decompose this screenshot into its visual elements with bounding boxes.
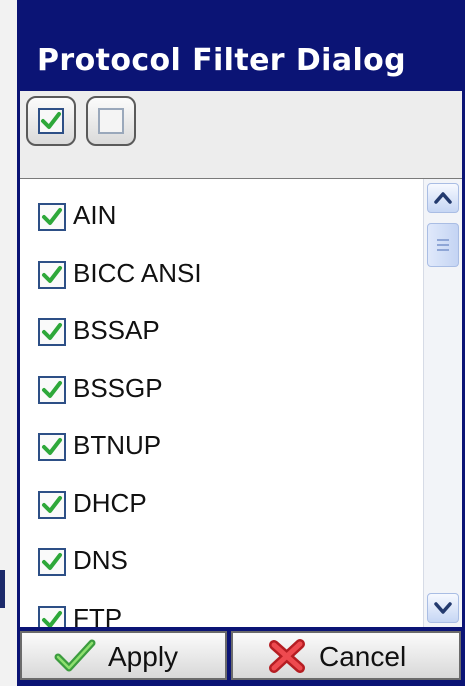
background-mark — [0, 570, 5, 608]
checkmark-icon — [54, 639, 96, 680]
checked-checkbox-icon[interactable] — [38, 261, 66, 289]
select-none-button[interactable] — [86, 96, 136, 146]
checked-box-icon — [38, 108, 64, 134]
apply-label: Apply — [108, 641, 179, 672]
apply-button[interactable]: Apply — [20, 631, 227, 680]
protocol-label: BICC ANSI — [73, 258, 202, 288]
scroll-up-button[interactable] — [427, 183, 459, 213]
protocol-list-area: AIN BICC ANSI BSSAP BSSGP BTNUP DHCP DNS FTP — [20, 179, 462, 627]
protocol-label: DNS — [73, 545, 128, 575]
grip-line — [437, 249, 449, 251]
checked-checkbox-icon[interactable] — [38, 203, 66, 231]
background-strip — [0, 0, 17, 686]
protocol-label: BTNUP — [73, 430, 162, 460]
protocol-label: FTP — [73, 603, 123, 627]
checked-checkbox-icon[interactable] — [38, 548, 66, 576]
protocol-label: BSSAP — [73, 315, 160, 345]
dialog-title: Protocol Filter Dialog — [37, 43, 407, 78]
checked-checkbox-icon[interactable] — [38, 606, 66, 627]
checked-checkbox-icon[interactable] — [38, 433, 66, 461]
cancel-label: Cancel — [319, 641, 407, 672]
protocol-label: DHCP — [73, 488, 147, 518]
cancel-button[interactable]: Cancel — [231, 631, 461, 680]
chevron-down-icon — [434, 602, 452, 614]
title-bar[interactable]: Protocol Filter Dialog — [17, 33, 465, 91]
empty-box-icon — [98, 108, 124, 134]
checked-checkbox-icon[interactable] — [38, 376, 66, 404]
protocol-label: AIN — [73, 200, 117, 230]
protocol-label: BSSGP — [73, 373, 163, 403]
grip-line — [437, 239, 449, 241]
chevron-up-icon — [434, 192, 452, 204]
checked-checkbox-icon[interactable] — [38, 491, 66, 519]
checked-checkbox-icon[interactable] — [38, 318, 66, 346]
scroll-thumb[interactable] — [427, 223, 459, 267]
button-bar: Apply Cancel — [17, 627, 465, 686]
vertical-scrollbar[interactable] — [423, 179, 462, 627]
protocol-filter-dialog: Protocol Filter Dialog AIN BICC ANSI BSSAP… — [17, 0, 465, 686]
red-x-icon — [267, 639, 307, 680]
scroll-down-button[interactable] — [427, 593, 459, 623]
toolbar — [20, 91, 462, 179]
select-all-button[interactable] — [26, 96, 76, 146]
grip-line — [437, 244, 449, 246]
protocol-list: AIN BICC ANSI BSSAP BSSGP BTNUP DHCP DNS FTP — [20, 179, 424, 627]
